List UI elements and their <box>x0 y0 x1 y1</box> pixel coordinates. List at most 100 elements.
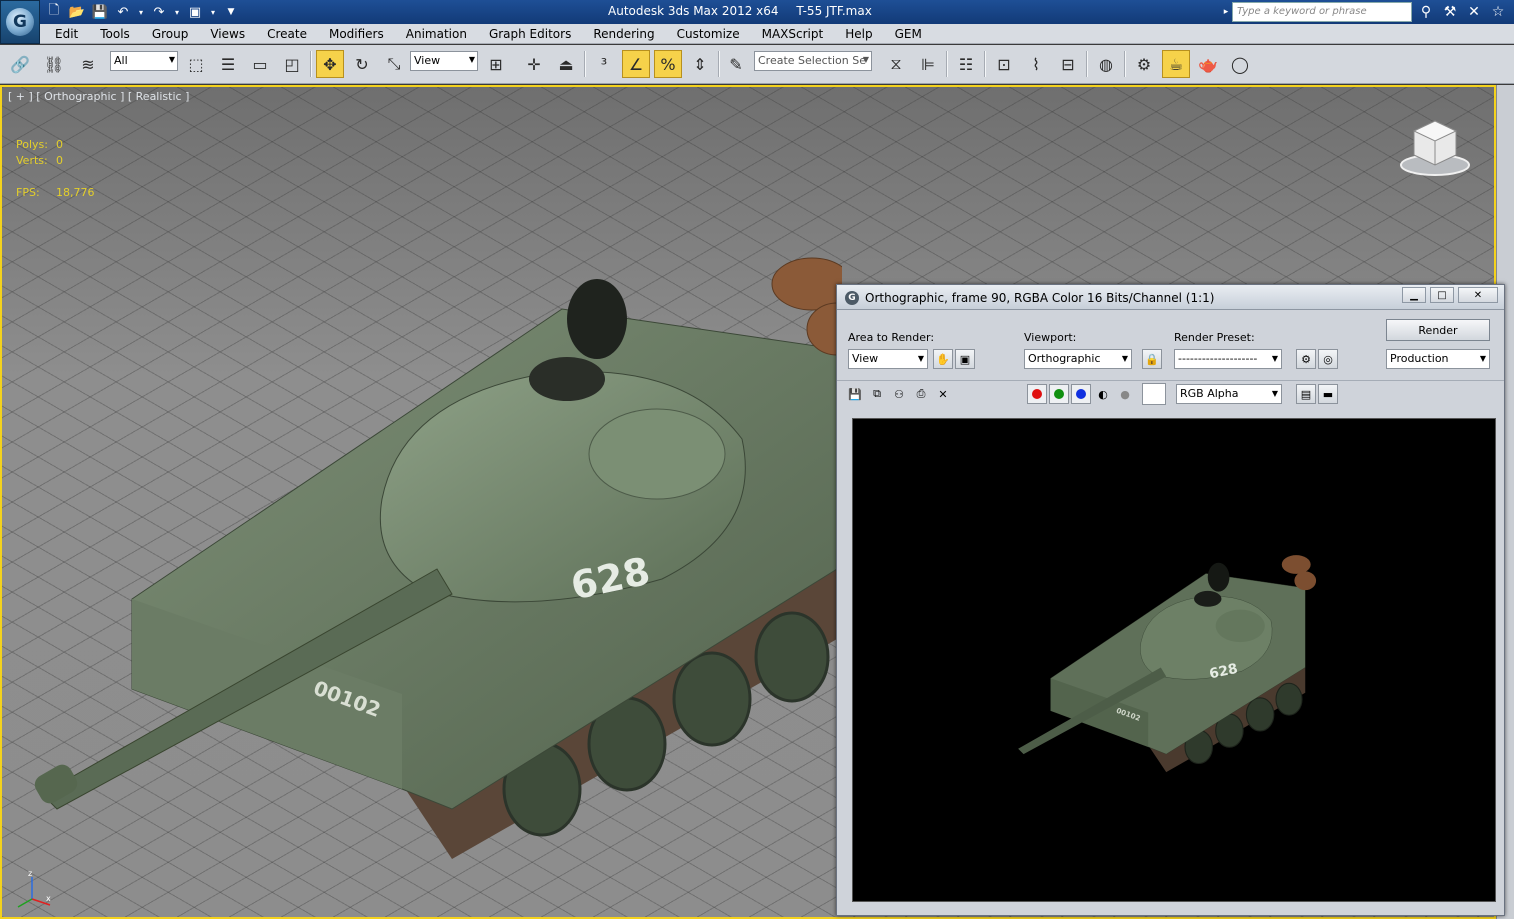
render-activeshade-icon[interactable]: ◯ <box>1226 50 1254 78</box>
display-channel-value: RGB Alpha <box>1180 387 1239 400</box>
curve-editor-icon[interactable]: ⌇ <box>1022 50 1050 78</box>
select-and-scale-icon[interactable]: ⤡ <box>380 50 408 78</box>
menu-modifiers[interactable]: Modifiers <box>318 24 395 44</box>
pivot-center-icon[interactable]: ⊞ <box>482 50 510 78</box>
axis-x-label: x <box>46 894 51 903</box>
monochrome-icon[interactable]: ● <box>1115 384 1135 404</box>
bind-space-warp-icon[interactable]: ≋ <box>74 50 102 78</box>
select-and-link-icon[interactable]: 🔗 <box>6 50 34 78</box>
render-window-toolbar: 💾 ⧉ ⚇ ⎙ ✕ ◐ ● RGB Alpha ▼ ▤ ▬ <box>837 380 1504 406</box>
menu-edit[interactable]: Edit <box>44 24 89 44</box>
project-dropdown-icon[interactable]: ▾ <box>208 3 218 22</box>
alpha-channel-icon[interactable]: ◐ <box>1093 384 1113 404</box>
print-image-icon[interactable]: ⎙ <box>911 384 931 404</box>
area-to-render-select[interactable]: View ▼ <box>848 349 928 369</box>
auto-region-icon[interactable]: ▣ <box>955 349 975 369</box>
select-object-icon[interactable]: ⬚ <box>182 50 210 78</box>
production-select[interactable]: Production ▼ <box>1386 349 1490 369</box>
render-window-titlebar[interactable]: G Orthographic, frame 90, RGBA Color 16 … <box>837 285 1504 310</box>
clear-image-icon[interactable]: ✕ <box>933 384 953 404</box>
display-channel-select[interactable]: RGB Alpha ▼ <box>1176 384 1282 404</box>
render-preset-label: Render Preset: <box>1174 331 1255 344</box>
percent-snap-icon[interactable]: % <box>654 50 682 78</box>
render-production-icon[interactable]: 🫖 <box>1194 50 1222 78</box>
green-channel-toggle[interactable] <box>1049 384 1069 404</box>
viewcube-icon[interactable] <box>1398 117 1472 179</box>
toggle-ui-overlay-icon[interactable]: ▤ <box>1296 384 1316 404</box>
named-selection-input[interactable]: Create Selection Se ▼ <box>754 51 872 71</box>
project-folder-icon[interactable]: ▣ <box>185 3 205 22</box>
selection-filter-select[interactable]: All ▼ <box>110 51 178 71</box>
search-input[interactable]: Type a keyword or phrase <box>1232 2 1412 22</box>
toggle-ui-icon[interactable]: ▬ <box>1318 384 1338 404</box>
binoculars-icon[interactable]: ⚲ <box>1416 2 1436 22</box>
menu-animation[interactable]: Animation <box>395 24 478 44</box>
rectangular-selection-icon[interactable]: ▭ <box>246 50 274 78</box>
open-file-icon[interactable]: 📂 <box>67 3 87 22</box>
clone-window-icon[interactable]: ⚇ <box>889 384 909 404</box>
application-button[interactable]: G <box>0 0 40 44</box>
undo-icon[interactable]: ↶ <box>113 3 133 22</box>
favorites-star-icon[interactable]: ☆ <box>1488 2 1508 22</box>
maximize-button[interactable]: □ <box>1430 287 1454 303</box>
select-and-manipulate-icon[interactable]: ✛ <box>520 50 548 78</box>
spinner-snap-icon[interactable]: ⇕ <box>686 50 714 78</box>
schematic-view-icon[interactable]: ⊟ <box>1054 50 1082 78</box>
rendered-frame-window-icon[interactable]: ☕ <box>1162 50 1190 78</box>
snaps-toggle-icon[interactable]: ³ <box>590 50 618 78</box>
menu-help[interactable]: Help <box>834 24 883 44</box>
scene-explorer-icon[interactable]: ⊡ <box>990 50 1018 78</box>
minimize-button[interactable]: ▁ <box>1402 287 1426 303</box>
menu-maxscript[interactable]: MAXScript <box>751 24 835 44</box>
select-by-name-icon[interactable]: ☰ <box>214 50 242 78</box>
select-and-rotate-icon[interactable]: ↻ <box>348 50 376 78</box>
red-channel-toggle[interactable] <box>1027 384 1047 404</box>
menu-customize[interactable]: Customize <box>666 24 751 44</box>
redo-icon[interactable]: ↷ <box>149 3 169 22</box>
blue-channel-toggle[interactable] <box>1071 384 1091 404</box>
color-swatch[interactable] <box>1142 383 1166 405</box>
rendered-image-canvas[interactable]: 628 00102 <box>852 418 1496 902</box>
render-setup-icon[interactable]: ⚙ <box>1130 50 1158 78</box>
menu-graph-editors[interactable]: Graph Editors <box>478 24 582 44</box>
unlink-selection-icon[interactable]: ⛓ <box>40 50 68 78</box>
redo-dropdown-icon[interactable]: ▾ <box>172 3 182 22</box>
render-setup-icon[interactable]: ⚙ <box>1296 349 1316 369</box>
window-crossing-icon[interactable]: ◰ <box>278 50 306 78</box>
render-button[interactable]: Render <box>1386 319 1490 341</box>
render-preset-select[interactable]: -------------------- ▼ <box>1174 349 1282 369</box>
chevron-down-icon: ▼ <box>468 55 475 64</box>
edit-named-selection-icon[interactable]: ✎ <box>722 50 750 78</box>
save-image-icon[interactable]: 💾 <box>845 384 865 404</box>
area-to-render-value: View <box>852 352 879 365</box>
menu-views[interactable]: Views <box>199 24 256 44</box>
mirror-icon[interactable]: ⧖ <box>882 50 910 78</box>
menu-gem[interactable]: GEM <box>884 24 933 44</box>
edit-region-icon[interactable]: ✋ <box>933 349 953 369</box>
search-expand-icon[interactable]: ▸ <box>1220 2 1232 22</box>
copy-image-icon[interactable]: ⧉ <box>867 384 887 404</box>
exchange-icon[interactable]: ✕ <box>1464 2 1484 22</box>
tools-icon[interactable]: ⚒ <box>1440 2 1460 22</box>
angle-snap-icon[interactable]: ∠ <box>622 50 650 78</box>
undo-dropdown-icon[interactable]: ▾ <box>136 3 146 22</box>
layer-manager-icon[interactable]: ☷ <box>952 50 980 78</box>
align-icon[interactable]: ⊫ <box>914 50 942 78</box>
menu-group[interactable]: Group <box>141 24 200 44</box>
close-button[interactable]: ✕ <box>1458 287 1498 303</box>
tank-model[interactable]: 628 00102 <box>22 169 842 889</box>
viewport-label-menu[interactable]: [ + ] [ Orthographic ] [ Realistic ] <box>8 90 189 103</box>
menu-tools[interactable]: Tools <box>89 24 141 44</box>
reference-coordinate-select[interactable]: View ▼ <box>410 51 478 71</box>
environment-effects-icon[interactable]: ◎ <box>1318 349 1338 369</box>
menu-rendering[interactable]: Rendering <box>582 24 665 44</box>
save-file-icon[interactable]: 💾 <box>90 3 110 22</box>
menu-create[interactable]: Create <box>256 24 318 44</box>
select-and-move-icon[interactable]: ✥ <box>316 50 344 78</box>
keyboard-shortcut-override-icon[interactable]: ⏏ <box>552 50 580 78</box>
viewport-select[interactable]: Orthographic ▼ <box>1024 349 1132 369</box>
material-editor-icon[interactable]: ◍ <box>1092 50 1120 78</box>
customize-qat-icon[interactable]: ▼ <box>221 3 241 22</box>
new-file-icon[interactable]: 🗋 <box>44 3 64 22</box>
lock-viewport-icon[interactable]: 🔒 <box>1142 349 1162 369</box>
